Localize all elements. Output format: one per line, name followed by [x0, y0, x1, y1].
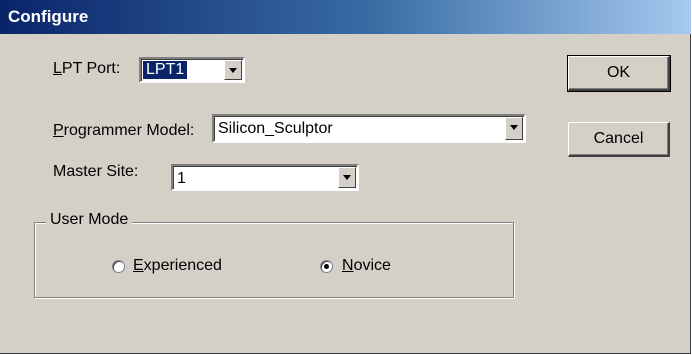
- chevron-down-icon[interactable]: [224, 60, 242, 80]
- radio-selected-dot-icon: [324, 264, 329, 269]
- cancel-button[interactable]: Cancel: [568, 122, 670, 157]
- ok-button[interactable]: OK: [567, 55, 671, 92]
- lpt-port-select[interactable]: LPT1: [139, 57, 245, 83]
- master-site-select[interactable]: 1: [171, 164, 359, 191]
- user-mode-group: [34, 222, 514, 298]
- programmer-model-value: Silicon_Sculptor: [218, 120, 333, 137]
- dialog-title: Configure: [8, 7, 89, 26]
- lpt-port-label: LPT Port:: [53, 60, 121, 77]
- title-bar[interactable]: Configure: [0, 0, 691, 34]
- novice-radio[interactable]: [320, 260, 333, 273]
- lpt-port-value: LPT1: [143, 61, 188, 79]
- chevron-down-icon[interactable]: [505, 117, 523, 140]
- experienced-label[interactable]: Experienced: [133, 257, 222, 275]
- user-mode-legend: User Mode: [46, 211, 133, 229]
- master-site-label: Master Site:: [53, 163, 139, 180]
- master-site-value: 1: [177, 170, 186, 187]
- programmer-model-label: Programmer Model:: [53, 122, 195, 139]
- configure-dialog: Configure LPT Port: LPT1 Programmer Mode…: [0, 0, 691, 354]
- chevron-down-icon[interactable]: [338, 167, 356, 188]
- experienced-radio[interactable]: [112, 260, 125, 273]
- novice-label[interactable]: Novice: [342, 257, 391, 275]
- programmer-model-select[interactable]: Silicon_Sculptor: [212, 114, 526, 143]
